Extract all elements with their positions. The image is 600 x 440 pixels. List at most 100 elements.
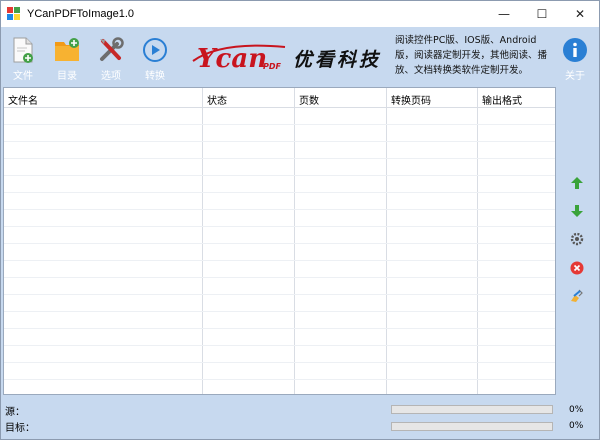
logo-wordmark: Ycan bbox=[197, 44, 267, 74]
delete-button[interactable] bbox=[567, 258, 587, 278]
table-cell bbox=[478, 142, 555, 158]
table-cell bbox=[387, 176, 478, 192]
table-cell bbox=[4, 261, 203, 277]
table-cell bbox=[387, 346, 478, 362]
table-row[interactable] bbox=[4, 312, 555, 329]
column-status[interactable]: 状态 bbox=[203, 88, 295, 107]
folder-button[interactable]: 目录 bbox=[49, 35, 85, 82]
table-row[interactable] bbox=[4, 210, 555, 227]
maximize-button[interactable]: ☐ bbox=[523, 1, 561, 27]
table-cell bbox=[4, 108, 203, 124]
table-cell bbox=[387, 380, 478, 394]
table-cell bbox=[478, 227, 555, 243]
table-cell bbox=[203, 363, 295, 379]
table-cell bbox=[203, 261, 295, 277]
table-row[interactable] bbox=[4, 227, 555, 244]
file-button[interactable]: 文件 bbox=[5, 35, 41, 82]
table-cell bbox=[387, 278, 478, 294]
source-percent: 0% bbox=[569, 405, 584, 415]
table-row[interactable] bbox=[4, 159, 555, 176]
table-row[interactable] bbox=[4, 363, 555, 380]
table-row[interactable] bbox=[4, 142, 555, 159]
minimize-button[interactable]: — bbox=[485, 1, 523, 27]
table-cell bbox=[295, 159, 387, 175]
table-cell bbox=[387, 244, 478, 260]
table-cell bbox=[478, 193, 555, 209]
info-icon bbox=[560, 35, 590, 65]
table-cell bbox=[478, 261, 555, 277]
table-cell bbox=[4, 380, 203, 394]
table-cell bbox=[478, 329, 555, 345]
table-cell bbox=[387, 312, 478, 328]
table-cell bbox=[4, 159, 203, 175]
close-button[interactable]: ✕ bbox=[561, 1, 599, 27]
table-cell bbox=[478, 380, 555, 394]
table-row[interactable] bbox=[4, 125, 555, 142]
target-percent: 0% bbox=[569, 421, 584, 431]
table-cell bbox=[478, 159, 555, 175]
table-cell bbox=[203, 193, 295, 209]
table-cell bbox=[295, 142, 387, 158]
table-cell bbox=[203, 295, 295, 311]
column-output-format[interactable]: 输出格式 bbox=[478, 88, 555, 107]
table-cell bbox=[295, 312, 387, 328]
table-cell bbox=[295, 108, 387, 124]
table-cell bbox=[295, 210, 387, 226]
table-cell bbox=[478, 312, 555, 328]
settings-icon bbox=[570, 232, 584, 246]
table-row[interactable] bbox=[4, 193, 555, 210]
add-file-icon bbox=[8, 35, 38, 65]
brand-description: 阅读控件PC版、IOS版、Android版，阅读器定制开发，其他阅读、播放、文档… bbox=[395, 35, 548, 76]
table-cell bbox=[203, 210, 295, 226]
table-row[interactable] bbox=[4, 278, 555, 295]
source-label: 源： bbox=[5, 407, 25, 418]
table-cell bbox=[295, 380, 387, 394]
table-cell bbox=[203, 125, 295, 141]
table-cell bbox=[203, 278, 295, 294]
move-up-button[interactable] bbox=[567, 173, 587, 193]
table-cell bbox=[387, 261, 478, 277]
table-cell bbox=[387, 159, 478, 175]
convert-button[interactable]: 转换 bbox=[137, 35, 173, 82]
move-up-icon bbox=[571, 177, 583, 189]
options-button[interactable]: 选项 bbox=[93, 35, 129, 82]
table-row[interactable] bbox=[4, 176, 555, 193]
table-cell bbox=[4, 210, 203, 226]
table-row[interactable] bbox=[4, 261, 555, 278]
title-bar: YCanPDFToImage1.0 — ☐ ✕ bbox=[1, 1, 599, 27]
column-pages[interactable]: 页数 bbox=[295, 88, 387, 107]
logo-subtext: PDF bbox=[263, 62, 282, 71]
table-row[interactable] bbox=[4, 329, 555, 346]
clear-button[interactable] bbox=[567, 286, 587, 306]
table-row[interactable] bbox=[4, 346, 555, 363]
about-button[interactable]: 关于 bbox=[557, 35, 593, 82]
move-down-button[interactable] bbox=[567, 201, 587, 221]
app-icon bbox=[7, 7, 21, 21]
table-cell bbox=[478, 244, 555, 260]
table-row[interactable] bbox=[4, 295, 555, 312]
table-cell bbox=[203, 346, 295, 362]
table-cell bbox=[203, 244, 295, 260]
add-folder-icon bbox=[52, 35, 82, 65]
table-cell bbox=[478, 176, 555, 192]
table-row[interactable] bbox=[4, 244, 555, 261]
table-cell bbox=[387, 295, 478, 311]
table-cell bbox=[387, 193, 478, 209]
table-cell bbox=[4, 193, 203, 209]
table-cell bbox=[478, 108, 555, 124]
table-row[interactable] bbox=[4, 380, 555, 394]
window-title: YCanPDFToImage1.0 bbox=[27, 8, 134, 20]
column-filename[interactable]: 文件名 bbox=[4, 88, 203, 107]
table-cell bbox=[387, 363, 478, 379]
column-convert-pages[interactable]: 转换页码 bbox=[387, 88, 478, 107]
table-cell bbox=[295, 295, 387, 311]
settings-button[interactable] bbox=[567, 229, 587, 249]
file-table[interactable]: 文件名 状态 页数 转换页码 输出格式 bbox=[3, 87, 556, 395]
app-window: YCanPDFToImage1.0 — ☐ ✕ 文件 目录 选项 转换 关于 Y… bbox=[0, 0, 600, 440]
table-cell bbox=[4, 142, 203, 158]
table-cell bbox=[4, 346, 203, 362]
table-cell bbox=[203, 176, 295, 192]
table-row[interactable] bbox=[4, 108, 555, 125]
brand-name: 优看科技 bbox=[293, 49, 382, 71]
table-cell bbox=[4, 125, 203, 141]
